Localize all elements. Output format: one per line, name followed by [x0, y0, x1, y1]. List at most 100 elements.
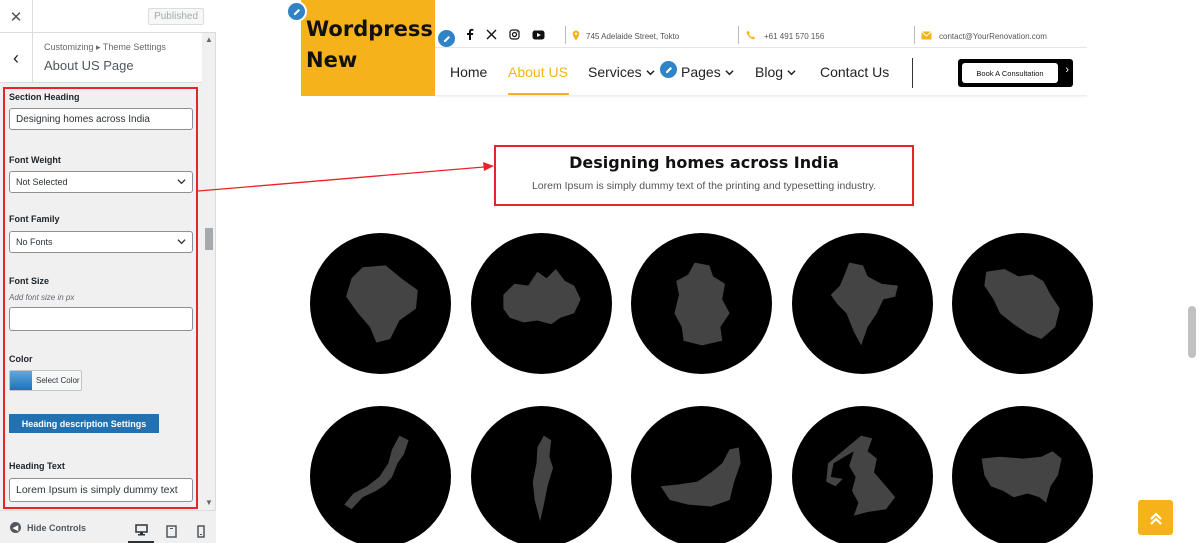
canada-map-icon — [502, 268, 581, 324]
facebook-icon[interactable] — [466, 27, 474, 45]
section-heading-value: Designing homes across India — [16, 113, 150, 125]
country-card[interactable] — [792, 406, 933, 543]
page-scrollbar-thumb[interactable] — [1188, 306, 1196, 358]
mail-icon — [921, 30, 932, 42]
double-chevron-up-icon — [1149, 511, 1162, 525]
country-card[interactable] — [310, 406, 451, 543]
section-heading-input[interactable]: Designing homes across India — [9, 108, 193, 130]
font-size-input[interactable] — [9, 307, 193, 331]
phone-icon — [746, 30, 756, 42]
sidebar-scrollbar[interactable] — [204, 33, 214, 510]
scroll-up-arrow-icon[interactable]: ▲ — [205, 35, 213, 44]
heading-text-input[interactable]: Lorem Ipsum is simply dummy text — [9, 478, 193, 502]
scroll-down-arrow-icon[interactable]: ▼ — [205, 498, 213, 507]
country-card[interactable] — [631, 233, 772, 374]
israel-map-icon — [532, 435, 553, 521]
chevron-down-icon — [725, 64, 734, 80]
divider — [565, 26, 566, 44]
font-family-value: No Fonts — [16, 237, 53, 247]
nav-home[interactable]: Home — [450, 64, 487, 80]
back-arrow-icon[interactable]: ‹ — [0, 33, 33, 83]
book-consultation-button[interactable]: Book A Consultation › — [958, 59, 1073, 87]
country-card[interactable] — [471, 406, 612, 543]
font-weight-select[interactable]: Not Selected — [9, 171, 193, 193]
nav-blog[interactable]: Blog — [755, 64, 796, 80]
x-twitter-icon[interactable] — [486, 27, 497, 45]
nav-contact-label: Contact Us — [820, 64, 890, 80]
edit-pencil-icon[interactable] — [286, 1, 307, 22]
brazil-map-icon — [345, 264, 418, 343]
iran-map-icon — [983, 268, 1060, 339]
color-label: Color — [9, 354, 33, 364]
country-card[interactable] — [952, 233, 1093, 374]
customizer-footer: ◀ Hide Controls — [0, 510, 216, 543]
social-links — [466, 27, 545, 45]
nav-pages[interactable]: Pages — [681, 64, 734, 80]
scroll-to-top-button[interactable] — [1138, 500, 1173, 535]
youtube-icon[interactable] — [532, 27, 545, 45]
select-color-button[interactable]: Select Color — [9, 370, 82, 391]
phone-text: +61 491 570 156 — [764, 31, 825, 41]
chevron-down-icon — [787, 64, 796, 80]
font-size-hint: Add font size in px — [9, 293, 75, 302]
edit-pencil-icon[interactable] — [436, 28, 457, 49]
nav-home-label: Home — [450, 64, 488, 80]
country-card[interactable] — [310, 233, 451, 374]
breadcrumb-path: Customizing ▸ Theme Settings — [44, 42, 166, 52]
nav-services-label: Services — [588, 64, 642, 80]
site-logo[interactable]: Wordpress New — [301, 0, 435, 96]
nav-contact[interactable]: Contact Us — [820, 64, 889, 80]
sidebar-scroll-thumb[interactable] — [205, 228, 213, 250]
address-info: 745 Adelaide Street, Tokto — [572, 27, 679, 45]
font-size-label: Font Size — [9, 276, 49, 286]
country-card[interactable] — [471, 233, 612, 374]
location-pin-icon — [572, 30, 580, 43]
india-map-icon — [830, 262, 898, 345]
heading-description-settings-button[interactable]: Heading description Settings — [9, 414, 159, 433]
divider — [738, 26, 739, 44]
collapse-icon: ◀ — [10, 522, 21, 533]
uae-map-icon — [660, 447, 741, 506]
section-description: Lorem Ipsum is simply dummy text of the … — [531, 180, 877, 192]
mobile-preview-icon[interactable] — [188, 519, 214, 543]
hide-controls-label: Hide Controls — [27, 522, 87, 533]
nav-about[interactable]: About US — [508, 64, 568, 80]
nav-blog-label: Blog — [755, 64, 784, 80]
section-title: Designing homes across India — [569, 153, 839, 172]
phone-info: +61 491 570 156 — [746, 27, 824, 45]
section-heading-block: Designing homes across India Lorem Ipsum… — [494, 145, 914, 206]
font-family-select[interactable]: No Fonts — [9, 231, 193, 253]
section-heading-label: Section Heading — [9, 92, 80, 102]
hide-controls-button[interactable]: ◀ Hide Controls — [10, 522, 86, 533]
site-preview: Wordpress New 745 Adelaide Street, Tokto — [217, 0, 1200, 543]
heading-text-value: Lorem Ipsum is simply dummy text — [16, 484, 178, 496]
nav-services[interactable]: Services — [588, 64, 655, 80]
customizer-breadcrumb: ‹ Customizing ▸ Theme Settings About US … — [0, 33, 202, 83]
usa-map-icon — [981, 450, 1062, 503]
font-family-label: Font Family — [9, 214, 60, 224]
logo-line-1: Wordpress — [306, 17, 433, 41]
close-icon[interactable]: ✕ — [0, 0, 33, 33]
country-card[interactable] — [792, 233, 933, 374]
uk-map-icon — [825, 435, 895, 516]
address-text: 745 Adelaide Street, Tokto — [586, 31, 680, 41]
country-card[interactable] — [952, 406, 1093, 543]
instagram-icon[interactable] — [509, 27, 520, 45]
germany-map-icon — [673, 262, 730, 345]
nav-divider — [912, 58, 913, 88]
font-weight-label: Font Weight — [9, 155, 61, 165]
nav-about-label: About US — [508, 64, 568, 80]
chevron-down-icon — [646, 64, 655, 80]
tablet-preview-icon[interactable] — [158, 519, 184, 543]
font-weight-value: Not Selected — [16, 177, 68, 187]
published-button[interactable]: Published — [148, 8, 204, 25]
book-consultation-label: Book A Consultation — [962, 63, 1058, 83]
desktop-preview-icon[interactable] — [128, 519, 154, 543]
chevron-right-icon: › — [1065, 64, 1069, 76]
edit-pencil-icon[interactable] — [658, 59, 679, 80]
country-card[interactable] — [631, 406, 772, 543]
select-color-label: Select Color — [36, 376, 80, 385]
chevron-down-icon — [177, 177, 186, 188]
panel-title: About US Page — [44, 58, 134, 73]
email-info: contact@YourRenovation.com — [921, 27, 1047, 45]
